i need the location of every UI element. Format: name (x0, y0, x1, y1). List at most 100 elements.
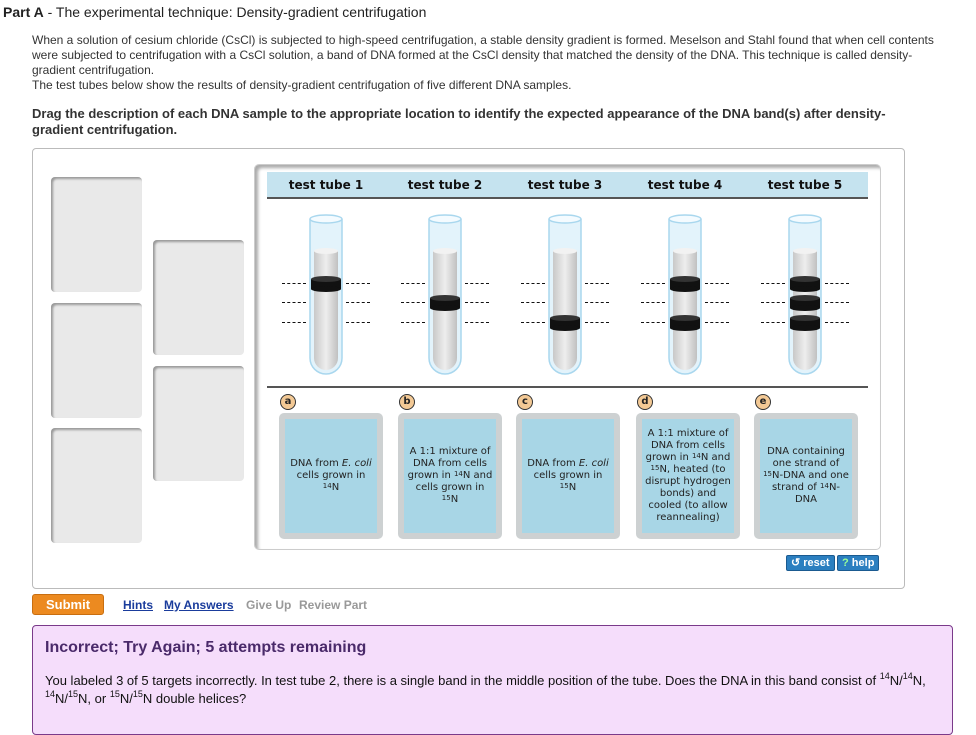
text-segment: 14 (820, 482, 829, 490)
intro-paragraph: The test tubes below show the results of… (32, 78, 572, 92)
text-segment: 14 (902, 671, 913, 681)
text-segment: 14 (45, 689, 56, 699)
text-segment: N, or (78, 691, 110, 706)
test-tube-icon (788, 214, 822, 375)
reset-label: reset (803, 557, 830, 569)
test-tube-header: test tube 1 test tube 2 test tube 3 test tu… (267, 172, 868, 199)
density-marker (641, 322, 665, 323)
description-text: DNA from E. coli cells grown in 15N (524, 458, 612, 494)
divider (267, 386, 868, 388)
sample-letter: b (399, 394, 415, 410)
draggable-sample-card[interactable]: DNA containing one strand of 15N-DNA and… (754, 413, 858, 539)
draggable-sample-card[interactable]: DNA from E. coli cells grown in 14N (279, 413, 383, 539)
tube-label: test tube 2 (407, 178, 483, 192)
test-tube-icon (668, 214, 702, 375)
help-button[interactable]: ? help (837, 555, 880, 571)
give-up-link[interactable]: Give Up (246, 598, 291, 612)
text-segment: N, heated (to disrupt hydrogen bonds) an… (645, 464, 731, 523)
text-segment: N (568, 482, 577, 493)
text-segment: cells grown in (533, 470, 603, 481)
dna-band (311, 276, 341, 292)
density-marker (521, 283, 545, 284)
text-segment: DNA containing one strand of (767, 446, 845, 469)
tube-label: test tube 1 (288, 178, 364, 192)
submit-button[interactable]: Submit (32, 594, 104, 615)
undo-icon: ↺ (791, 557, 801, 569)
text-segment: 14 (322, 482, 332, 490)
density-marker (401, 283, 425, 284)
text-segment: N and (700, 452, 731, 463)
part-label: Part A (3, 4, 44, 20)
text-segment: DNA from (290, 458, 342, 469)
density-marker (401, 322, 425, 323)
density-marker (282, 302, 306, 303)
sample-letter: a (280, 394, 296, 410)
dna-band (430, 295, 460, 311)
draggable-sample-card[interactable]: DNA from E. coli cells grown in 15N (516, 413, 620, 539)
text-segment: N double helices? (142, 691, 247, 706)
density-marker (282, 283, 306, 284)
dna-band (670, 315, 700, 331)
description-text: DNA containing one strand of 15N-DNA and… (762, 446, 850, 506)
dna-band (790, 276, 820, 292)
text-segment: 15 (559, 482, 569, 490)
density-marker (521, 302, 545, 303)
description-text: A 1:1 mixture of DNA from cells grown in… (644, 428, 732, 524)
sample-letter: c (517, 394, 533, 410)
test-tube-icon (428, 214, 462, 375)
drop-target[interactable] (153, 366, 244, 481)
density-marker (641, 283, 665, 284)
density-marker (705, 283, 729, 284)
part-title: Part A - The experimental technique: Den… (3, 4, 426, 20)
instruction-text: Drag the description of each DNA sample … (32, 106, 886, 137)
description-text: DNA from E. coli cells grown in 14N (287, 458, 375, 494)
text-segment: 15 (68, 689, 79, 699)
density-marker (585, 322, 609, 323)
draggable-sample-card[interactable]: A 1:1 mixture of DNA from cells grown in… (398, 413, 502, 539)
density-marker (585, 302, 609, 303)
drop-target[interactable] (51, 303, 142, 418)
density-marker (761, 302, 785, 303)
tube-label: test tube 5 (767, 178, 843, 192)
density-marker (465, 283, 489, 284)
hints-link[interactable]: Hints (123, 598, 153, 612)
feedback-text: You labeled 3 of 5 targets incorrectly. … (45, 672, 945, 708)
density-marker (825, 302, 849, 303)
sample-description: A 1:1 mixture of DNA from cells grown in… (404, 419, 496, 533)
intro-text: When a solution of cesium chloride (CsCl… (32, 33, 942, 93)
density-marker (761, 322, 785, 323)
drop-target[interactable] (153, 240, 244, 355)
sample-description: DNA containing one strand of 15N-DNA and… (760, 419, 852, 533)
review-part-link[interactable]: Review Part (299, 598, 367, 612)
density-marker (401, 302, 425, 303)
tube-label: test tube 4 (647, 178, 723, 192)
dna-band (670, 276, 700, 292)
sample-description: A 1:1 mixture of DNA from cells grown in… (642, 419, 734, 533)
text-segment: You labeled 3 of 5 targets incorrectly. … (45, 673, 880, 688)
text-segment: E. coli (578, 458, 609, 469)
text-segment: N (331, 482, 340, 493)
text-segment: 14 (691, 452, 701, 460)
text-segment: N (450, 494, 459, 505)
text-segment: 14 (879, 671, 890, 681)
my-answers-link[interactable]: My Answers (164, 598, 234, 612)
tube-label: test tube 3 (527, 178, 603, 192)
density-marker (825, 283, 849, 284)
drop-target[interactable] (51, 177, 142, 292)
density-marker (521, 322, 545, 323)
title-separator: - (43, 4, 56, 20)
reset-button[interactable]: ↺ reset (786, 555, 835, 571)
text-segment: cells grown in (296, 470, 366, 481)
density-marker (346, 322, 370, 323)
density-marker (282, 322, 306, 323)
drop-target[interactable] (51, 428, 142, 543)
sample-letter: e (755, 394, 771, 410)
text-segment: 15 (132, 689, 143, 699)
density-marker (585, 283, 609, 284)
test-tube-icon (309, 214, 343, 375)
feedback-title: Incorrect; Try Again; 5 attempts remaini… (45, 639, 367, 656)
description-text: A 1:1 mixture of DNA from cells grown in… (406, 446, 494, 506)
dna-band (790, 295, 820, 311)
draggable-sample-card[interactable]: A 1:1 mixture of DNA from cells grown in… (636, 413, 740, 539)
text-segment: N/ (119, 691, 133, 706)
